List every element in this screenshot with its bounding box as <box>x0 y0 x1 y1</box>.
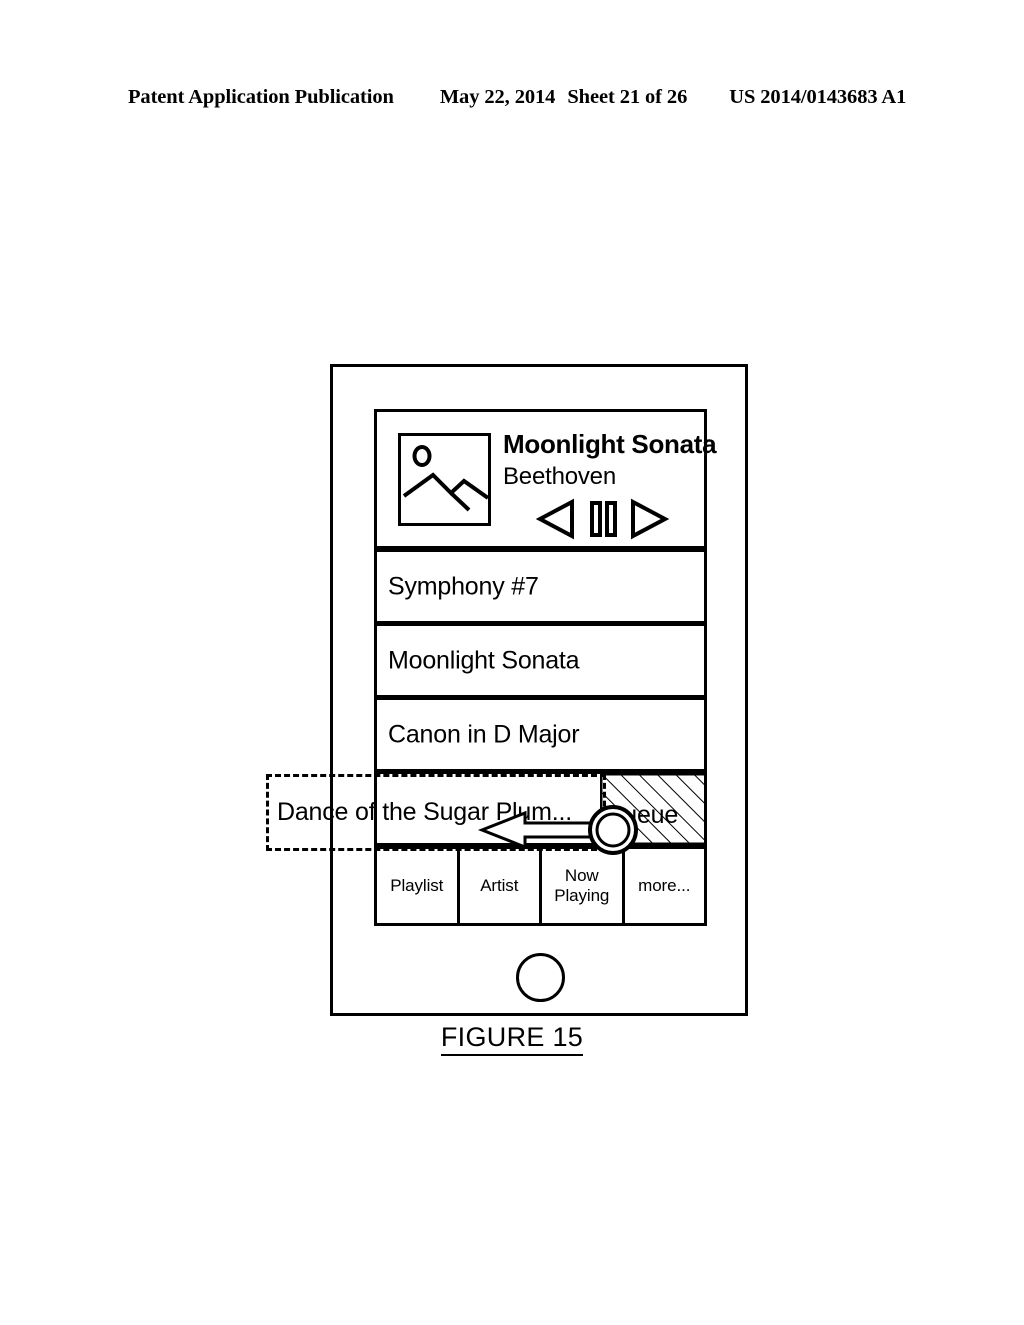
tab-artist[interactable]: Artist <box>460 849 542 923</box>
previous-button-icon <box>535 498 574 540</box>
tab-now-playing[interactable]: Now Playing <box>542 849 625 923</box>
sheet-number: Sheet 21 of 26 <box>567 86 688 108</box>
figure-caption: FIGURE 15 <box>0 1022 1024 1056</box>
queue-label: Queue <box>604 801 679 829</box>
next-button-icon <box>631 498 670 540</box>
track-title: Symphony #7 <box>388 572 539 600</box>
callout-track-title: Dance of the Sugar Plum... <box>277 798 572 826</box>
tab-playlist[interactable]: Playlist <box>377 849 460 923</box>
tab-more[interactable]: more... <box>625 849 705 923</box>
track-row[interactable]: Canon in D Major <box>374 697 707 772</box>
publication-date: May 22, 2014 <box>439 86 556 108</box>
now-playing-artist: Beethoven <box>503 463 616 490</box>
document-number: US 2014/0143683 A1 <box>729 86 907 108</box>
tab-bar: Playlist Artist Now Playing more... <box>374 846 707 926</box>
transport-controls[interactable] <box>535 498 670 540</box>
album-art-placeholder-icon <box>398 433 491 526</box>
now-playing-panel: Moonlight Sonata Beethoven <box>374 409 717 549</box>
track-title: Canon in D Major <box>388 720 580 748</box>
track-row[interactable]: Moonlight Sonata <box>374 623 707 698</box>
now-playing-title: Moonlight Sonata <box>503 429 717 459</box>
home-button[interactable] <box>516 953 565 1002</box>
pause-button-icon <box>590 501 617 537</box>
patent-page-header: Patent Application Publication May 22, 2… <box>128 86 906 109</box>
figure-caption-text: FIGURE 15 <box>440 1022 584 1056</box>
track-title: Moonlight Sonata <box>388 646 580 674</box>
publication-label: Patent Application Publication <box>128 86 394 108</box>
track-row[interactable]: Symphony #7 <box>374 549 707 624</box>
